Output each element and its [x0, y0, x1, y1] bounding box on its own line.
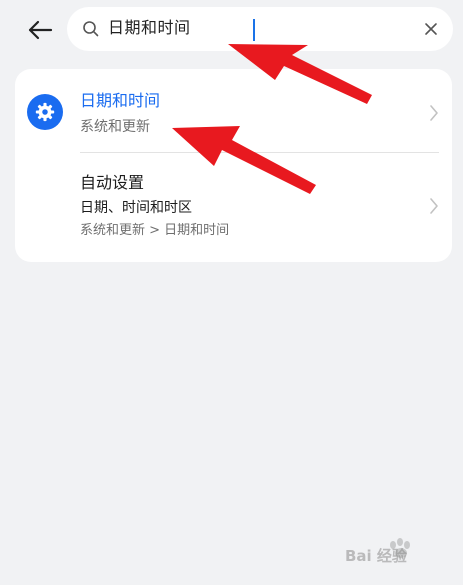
result-item-date-time[interactable]: 日期和时间 系统和更新 — [15, 69, 452, 153]
result-title: 日期和时间 — [80, 91, 161, 110]
result-subtitle: 日期、时间和时区 — [80, 200, 192, 216]
search-field[interactable]: 日期和时间 — [67, 7, 453, 51]
search-results-card: 日期和时间 系统和更新 自动设置 日期、时间和时区 系统和更新 > 日期和时间 — [15, 69, 452, 262]
back-arrow-icon — [28, 20, 53, 40]
watermark-text: Bai 经验 — [345, 547, 407, 565]
result-subtitle: 系统和更新 — [80, 119, 150, 135]
result-breadcrumb: 系统和更新 > 日期和时间 — [80, 223, 230, 238]
clear-icon[interactable] — [421, 19, 441, 39]
chevron-right-icon — [430, 105, 438, 121]
chevron-right-icon — [430, 198, 438, 214]
top-bar: 日期和时间 — [0, 0, 463, 62]
text-cursor — [253, 19, 255, 41]
back-button[interactable] — [22, 12, 58, 48]
search-input[interactable]: 日期和时间 — [108, 18, 191, 38]
search-icon — [83, 21, 99, 37]
result-title: 自动设置 — [80, 173, 145, 192]
settings-gear-icon — [27, 94, 63, 130]
result-item-auto-set[interactable]: 自动设置 日期、时间和时区 系统和更新 > 日期和时间 — [15, 153, 452, 262]
